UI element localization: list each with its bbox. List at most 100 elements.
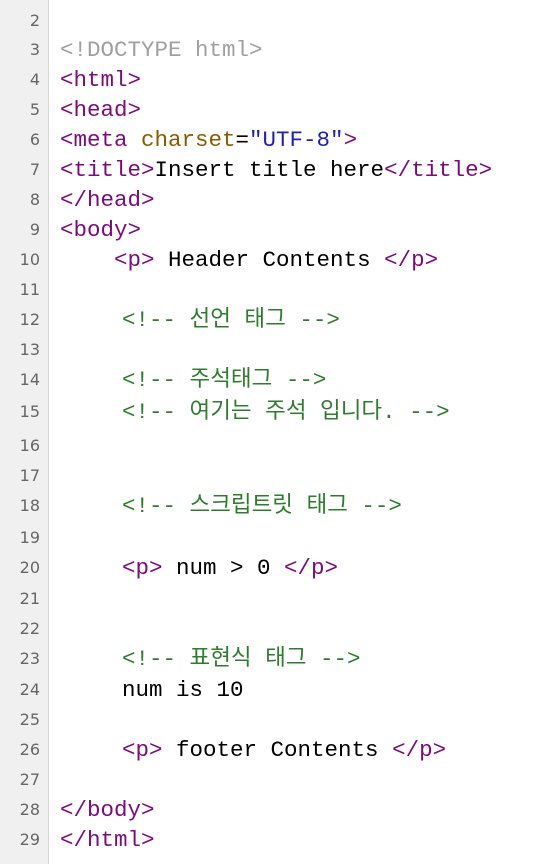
code-text[interactable]: <meta charset="UTF-8"> [60, 125, 357, 155]
line-number: 6 [29, 130, 40, 149]
line-number: 19 [19, 528, 40, 547]
code-line: 15 <!-- 여기는 주석 입니다. --> [0, 397, 552, 427]
code-line: 29 </html> [0, 825, 552, 855]
line-number: 17 [19, 466, 40, 485]
expression-output: num is 10 [122, 677, 244, 703]
code-text[interactable]: <html> [60, 65, 141, 95]
code-text[interactable]: num is 10 [122, 675, 244, 705]
doctype-declaration: <!DOCTYPE html> [60, 37, 263, 63]
code-text[interactable]: <!-- 주석태그 --> [122, 365, 326, 395]
code-line: 27 [0, 765, 552, 795]
code-line: 5 <head> [0, 95, 552, 125]
line-number: 27 [19, 770, 40, 789]
code-text[interactable]: </html> [60, 825, 155, 855]
html-comment: <!-- 주석태그 --> [122, 367, 327, 393]
code-text[interactable]: <title>Insert title here</title> [60, 155, 492, 185]
code-text[interactable]: <p> footer Contents </p> [122, 735, 446, 765]
p-open-tag: <p> [122, 555, 163, 581]
code-text[interactable]: <p> Header Contents </p> [60, 245, 438, 275]
p-open-tag: <p> [122, 737, 163, 763]
code-text[interactable]: <!-- 여기는 주석 입니다. --> [122, 397, 450, 427]
meta-open-tag: <meta [60, 127, 142, 153]
code-text[interactable]: <!-- 선언 태그 --> [122, 305, 340, 335]
line-number: 11 [19, 280, 40, 299]
code-line: 23 <!-- 표현식 태그 --> [0, 644, 552, 674]
code-line: 11 [0, 275, 552, 305]
code-line: 22 [0, 614, 552, 644]
line-number: 18 [19, 496, 40, 515]
code-line: 13 [0, 335, 552, 365]
code-line: 8 </head> [0, 185, 552, 215]
code-line: 21 [0, 584, 552, 614]
line-number: 5 [29, 100, 40, 119]
code-line: 9 <body> [0, 215, 552, 245]
code-line: 3 <!DOCTYPE html> [0, 35, 552, 65]
html-comment: <!-- 선언 태그 --> [122, 307, 340, 333]
line-number: 26 [19, 740, 40, 759]
code-line: 14 <!-- 주석태그 --> [0, 365, 552, 395]
charset-attribute: charset [141, 127, 236, 153]
body-close-tag: </body> [60, 797, 155, 823]
code-line: 10 <p> Header Contents </p> [0, 245, 552, 275]
code-text[interactable]: <!-- 스크립트릿 태그 --> [122, 491, 402, 521]
p-open-tag: <p> [114, 247, 155, 273]
p-text: footer Contents [162, 737, 393, 763]
line-number: 14 [19, 370, 40, 389]
code-text[interactable]: <!-- 표현식 태그 --> [122, 644, 361, 674]
line-number: 21 [19, 589, 40, 608]
line-number: 10 [19, 250, 40, 269]
line-number: 28 [19, 800, 40, 819]
code-text[interactable]: </head> [60, 185, 155, 215]
head-close-tag: </head> [60, 187, 155, 213]
code-line: 18 <!-- 스크립트릿 태그 --> [0, 491, 552, 521]
line-number: 3 [29, 40, 40, 59]
code-text[interactable]: <p> num > 0 </p> [122, 553, 338, 583]
html-comment: <!-- 표현식 태그 --> [122, 646, 361, 672]
code-line: 16 [0, 431, 552, 461]
line-number: 8 [29, 190, 40, 209]
code-line: 26 <p> footer Contents </p> [0, 735, 552, 765]
title-text: Insert title here [154, 157, 385, 183]
code-line: 28 </body> [0, 795, 552, 825]
line-number: 15 [19, 402, 40, 421]
code-line: 12 <!-- 선언 태그 --> [0, 305, 552, 335]
code-line: 24 num is 10 [0, 675, 552, 705]
p-text: num > 0 [162, 555, 285, 581]
line-number: 25 [19, 710, 40, 729]
code-text[interactable]: <!DOCTYPE html> [60, 35, 263, 65]
code-text[interactable]: <head> [60, 95, 141, 125]
code-text[interactable]: <body> [60, 215, 141, 245]
line-number: 12 [19, 310, 40, 329]
line-number: 4 [29, 70, 40, 89]
line-number: 23 [19, 649, 40, 668]
line-number: 13 [19, 340, 40, 359]
head-open-tag: <head> [60, 97, 142, 123]
line-number: 16 [19, 436, 40, 455]
p-close-tag: </p> [384, 247, 439, 273]
html-comment: <!-- 스크립트릿 태그 --> [122, 493, 402, 519]
p-text: Header Contents [154, 247, 385, 273]
meta-close-bracket: > [343, 127, 358, 153]
code-line: 19 [0, 523, 552, 553]
title-open-tag: <title> [60, 157, 155, 183]
code-line: 25 [0, 705, 552, 735]
equals-sign: = [235, 127, 250, 153]
code-line: 17 [0, 461, 552, 491]
line-number: 9 [29, 220, 40, 239]
p-close-tag: </p> [284, 555, 339, 581]
line-number: 7 [29, 160, 40, 179]
line-number: 29 [19, 830, 40, 849]
p-close-tag: </p> [392, 737, 447, 763]
code-line: 7 <title>Insert title here</title> [0, 155, 552, 185]
code-text[interactable]: </body> [60, 795, 155, 825]
html-close-tag: </html> [60, 827, 155, 853]
line-number: 22 [19, 619, 40, 638]
code-editor[interactable]: 2 3 <!DOCTYPE html> 4 <html> 5 <head> 6 … [0, 0, 552, 864]
html-comment: <!-- 여기는 주석 입니다. --> [122, 399, 450, 425]
body-open-tag: <body> [60, 217, 142, 243]
charset-value: "UTF-8" [249, 127, 344, 153]
code-line: 4 <html> [0, 65, 552, 95]
code-line: 20 <p> num > 0 </p> [0, 553, 552, 583]
line-number: 24 [19, 680, 40, 699]
